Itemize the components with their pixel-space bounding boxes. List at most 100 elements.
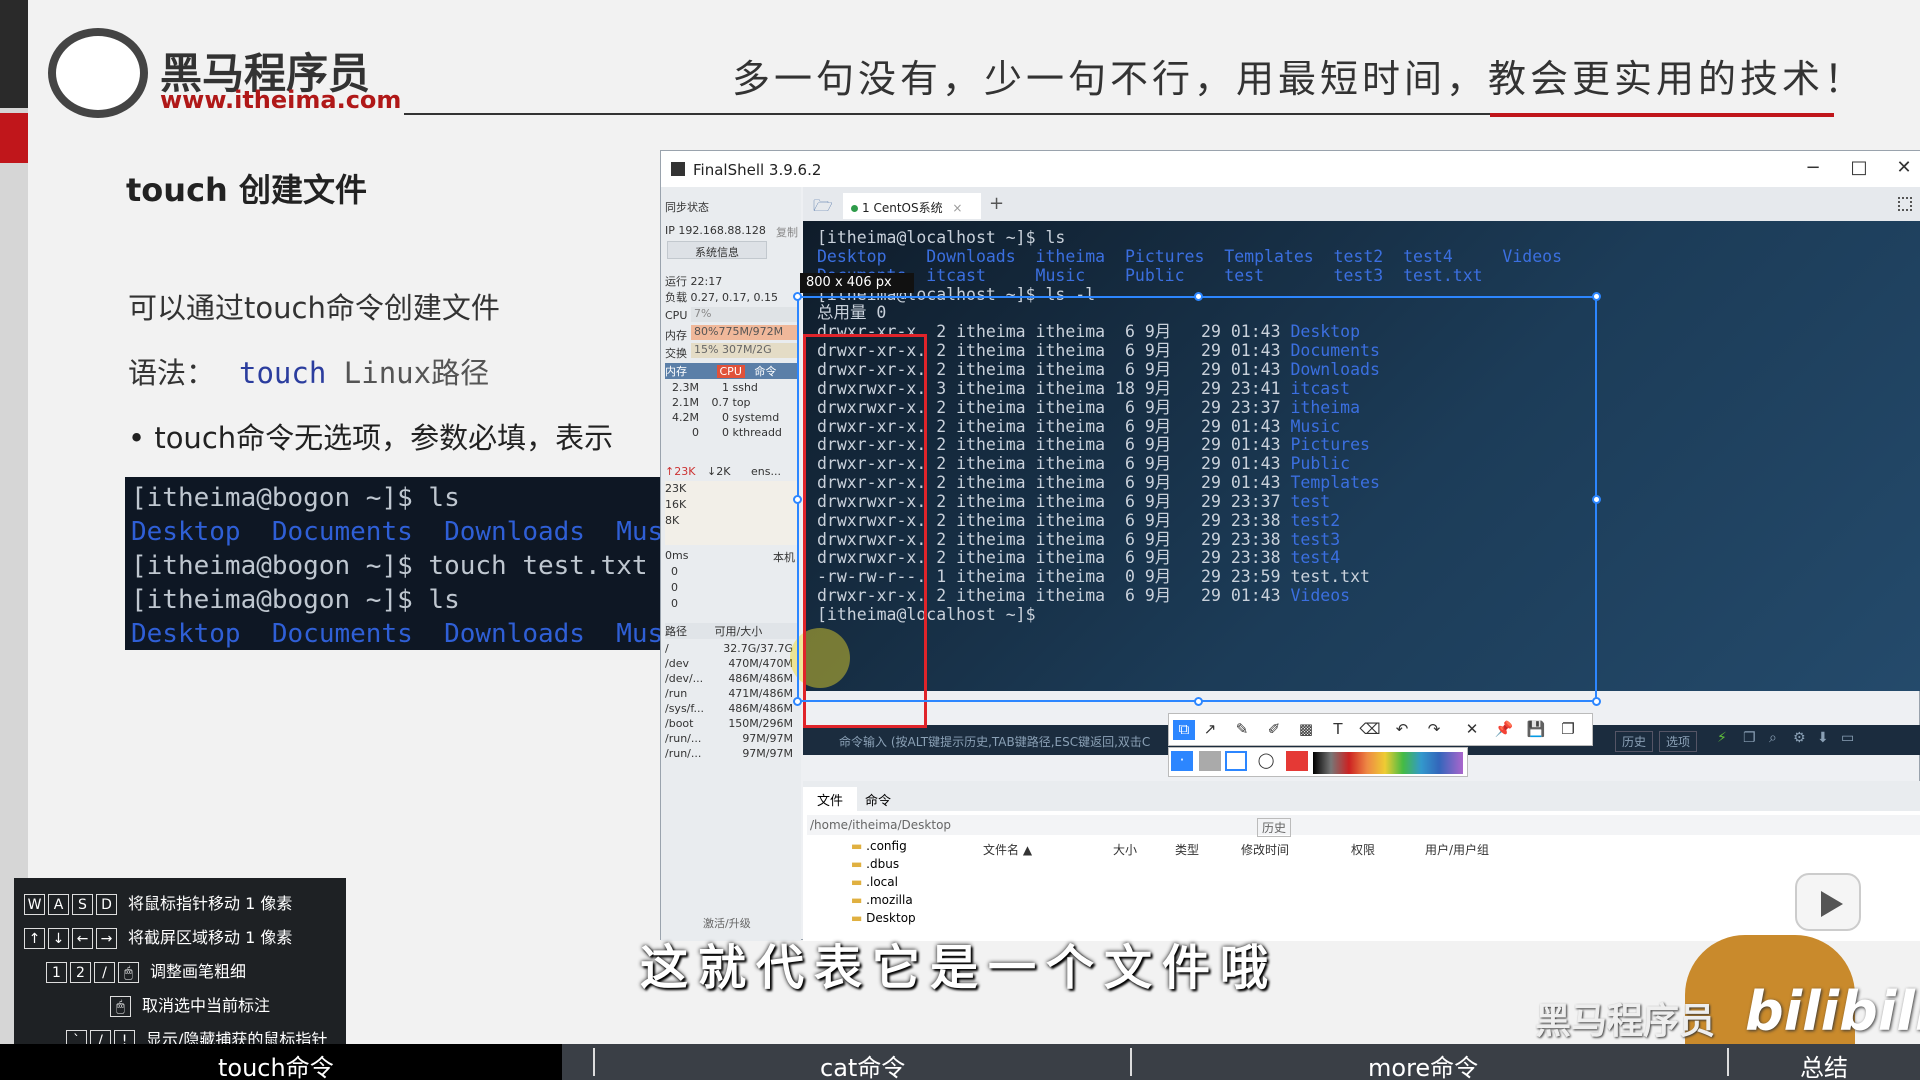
redo-icon[interactable]: ↷ [1423, 720, 1445, 740]
undo-icon[interactable]: ↶ [1391, 720, 1413, 740]
bilibili-logo: bilibili [1745, 980, 1920, 1043]
mem-bar: 80%775M/972M [691, 325, 797, 340]
file-column-header[interactable]: 权限 [1351, 841, 1375, 858]
folder-icon: ▬ [851, 857, 863, 871]
resize-handle[interactable] [1592, 495, 1601, 504]
chapter-touch[interactable]: touch命令 [218, 1048, 334, 1080]
file-column-header[interactable]: 修改时间 [1241, 841, 1289, 858]
resize-handle[interactable] [793, 495, 802, 504]
tree-item[interactable]: ▬ Desktop [851, 911, 916, 925]
copy-icon[interactable]: ❐ [1557, 720, 1579, 740]
history-button[interactable]: 历史 [1615, 731, 1654, 752]
tree-item[interactable]: ▬ .dbus [851, 857, 899, 871]
file-column-header[interactable]: 文件名 ▲ [983, 841, 1032, 858]
resize-handle[interactable] [1194, 292, 1203, 301]
search-icon[interactable]: ⌕ [1769, 730, 1777, 746]
window-icon[interactable]: ▭ [1841, 730, 1854, 746]
resize-handle[interactable] [1592, 697, 1601, 706]
selection-size: 800 x 406 px [800, 273, 914, 293]
slide-terminal-line: Desktop Documents Downloads Musi [131, 619, 670, 649]
key-cap: → [96, 928, 117, 949]
tree-item[interactable]: ▬ .mozilla [851, 893, 913, 907]
copy-icon[interactable]: ❐ [1743, 730, 1756, 746]
sysinfo-button[interactable]: 系统信息 [667, 241, 767, 259]
close-button[interactable]: ✕ [1889, 157, 1919, 178]
rect-select-icon[interactable]: ⧉ [1173, 720, 1195, 740]
syntax-label: 语法： [128, 356, 216, 390]
chapter-cat[interactable]: cat命令 [820, 1048, 905, 1080]
app-icon [671, 162, 685, 176]
options-button[interactable]: 选项 [1659, 731, 1698, 752]
resize-handle[interactable] [1592, 292, 1601, 301]
gear-icon[interactable]: ⚙ [1793, 730, 1806, 746]
net-interface-select[interactable]: ens... [751, 465, 781, 478]
path-bar[interactable]: /home/itheima/Desktop 历史 [807, 815, 1920, 837]
disk-row: /run/... 97M/97M [665, 747, 793, 760]
cancel-icon[interactable]: ✕ [1461, 720, 1483, 740]
filled-rect-icon[interactable] [1199, 751, 1221, 771]
marker-icon[interactable]: ✐ [1263, 720, 1285, 740]
text-tool-icon[interactable]: T [1327, 720, 1349, 740]
slogan: 多一句没有，少一句不行，用最短时间，教会更实用的技术！ [732, 57, 1867, 101]
latency-val: 0 [671, 581, 678, 594]
key-cap: 🖱 [118, 962, 139, 983]
tree-item[interactable]: ▬ .local [851, 875, 898, 889]
grid-view-icon[interactable] [1898, 197, 1912, 211]
add-tab-button[interactable]: + [989, 193, 1004, 214]
disk-row: /run 471M/486M [665, 687, 793, 700]
shortcut-text: 将截屏区域移动 1 像素 [128, 928, 293, 947]
tree-item[interactable]: ▬ .config [851, 839, 907, 853]
capture-selection[interactable] [793, 292, 1601, 706]
ellipse-icon[interactable]: ◯ [1255, 751, 1277, 771]
resize-handle[interactable] [1194, 697, 1203, 706]
shortcut-text: 调整画笔粗细 [150, 962, 247, 981]
syntax-arg: Linux路径 [326, 356, 490, 390]
tab-close-icon[interactable]: × [952, 201, 962, 215]
pin-icon[interactable]: 📌 [1493, 720, 1515, 740]
tab-files[interactable]: 文件 [803, 787, 857, 812]
logo-icon [48, 28, 148, 118]
tab-centos[interactable]: 1 CentOS系统 × [843, 193, 981, 219]
net-scale-high: 23K [665, 482, 687, 495]
disk-row: /32.7G/37.7G [665, 642, 793, 655]
cpu-bar: 7% [691, 307, 797, 322]
minimize-button[interactable]: − [1798, 157, 1828, 178]
chapter-bar: touch命令 cat命令 more命令 总结 [0, 1044, 1920, 1080]
file-column-header[interactable]: 大小 [1113, 841, 1137, 858]
chapter-more[interactable]: more命令 [1368, 1048, 1478, 1080]
file-column-header[interactable]: 类型 [1175, 841, 1199, 858]
bottom-tabbar: 文件 命令 [803, 781, 1920, 812]
tab-commands[interactable]: 命令 [865, 790, 891, 809]
current-color-swatch[interactable] [1286, 751, 1308, 771]
eraser-icon[interactable]: ⌫ [1359, 720, 1381, 740]
resize-handle[interactable] [793, 292, 802, 301]
chapter-summary[interactable]: 总结 [1800, 1048, 1848, 1080]
save-icon[interactable]: 💾 [1525, 720, 1547, 740]
small-dot-icon[interactable]: · [1171, 751, 1193, 771]
command-input[interactable]: 命令输入 (按ALT键提示历史,TAB键路径,ESC键返回,双击C [839, 733, 1150, 750]
download-icon[interactable]: ⬇ [1817, 730, 1829, 746]
maximize-button[interactable]: □ [1844, 157, 1874, 178]
copy-ip-button[interactable]: 复制 [776, 224, 798, 240]
net-scale-mid: 16K [665, 498, 687, 511]
mosaic-icon[interactable]: ▩ [1295, 720, 1317, 740]
latency-val: 0 [671, 597, 678, 610]
disk-header: 路径 可用/大小 [665, 623, 797, 639]
window-titlebar: FinalShell 3.9.6.2 − □ ✕ [661, 151, 1920, 187]
current-path[interactable]: /home/itheima/Desktop [810, 818, 951, 832]
outline-rect-icon[interactable] [1225, 751, 1247, 771]
line-tool-icon[interactable]: ↗ [1199, 720, 1221, 740]
tab-label: 1 CentOS系统 [862, 201, 943, 215]
pencil-icon[interactable]: ✎ [1231, 720, 1253, 740]
lightning-icon[interactable]: ⚡ [1717, 730, 1727, 746]
shortcut-hints: W A S D 将鼠标指针移动 1 像素 ↑ ↓ ← → 将截屏区域移动 1 像素 1 2/🖱 调整画笔… [14, 878, 346, 1058]
file-column-header[interactable]: 用户/用户组 [1425, 841, 1489, 858]
color-palette[interactable] [1313, 752, 1463, 774]
path-history-button[interactable]: 历史 [1257, 818, 1292, 837]
play-button[interactable] [1795, 873, 1861, 931]
folder-icon[interactable]: 🗁 [813, 195, 833, 222]
resize-handle[interactable] [793, 697, 802, 706]
slide-terminal-line: [itheima@bogon ~]$ touch test.txt [131, 551, 648, 581]
slide-terminal-line: [itheima@bogon ~]$ ls [131, 585, 460, 615]
slide-title: touch 创建文件 [126, 171, 367, 209]
